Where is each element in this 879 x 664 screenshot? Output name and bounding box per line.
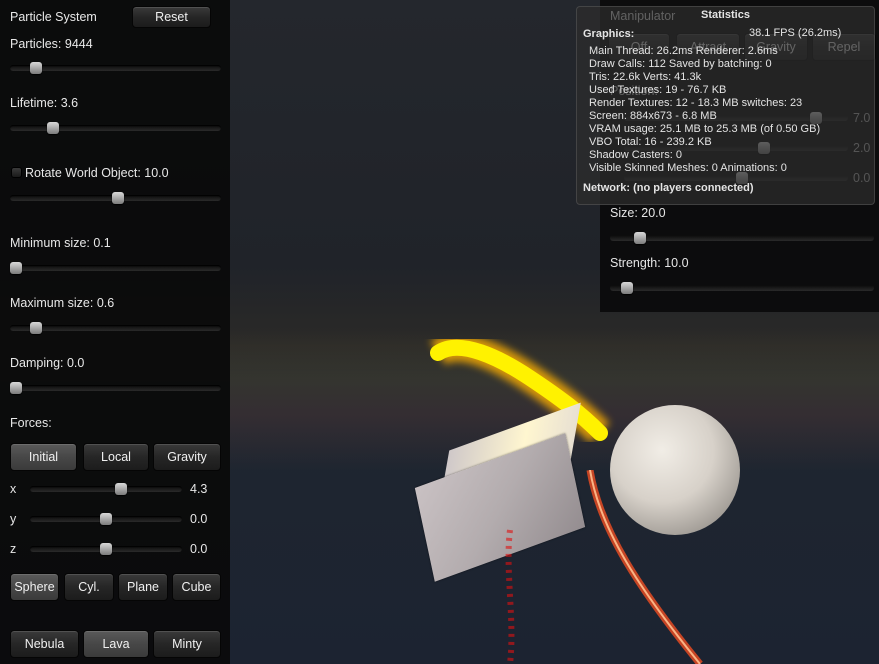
lifetime-label: Lifetime: 3.6 xyxy=(10,96,79,110)
preset-nebula-button[interactable]: Nebula xyxy=(10,630,79,658)
stat-line: Render Textures: 12 - 18.3 MB switches: … xyxy=(589,97,803,109)
stat-line: VRAM usage: 25.1 MB to 25.3 MB (of 0.50 … xyxy=(589,123,821,135)
axis-x-label: x xyxy=(10,482,17,496)
min-size-slider[interactable] xyxy=(10,262,221,274)
slider-thumb[interactable] xyxy=(634,232,646,244)
slider-thumb[interactable] xyxy=(100,543,112,555)
axis-z-value: 0.0 xyxy=(190,542,208,556)
particles-slider[interactable] xyxy=(10,62,221,74)
slider-thumb[interactable] xyxy=(10,382,22,394)
stat-line: Visible Skinned Meshes: 0 Animations: 0 xyxy=(589,162,787,174)
stat-line: Used Textures: 19 - 76.7 KB xyxy=(589,84,727,96)
slider-thumb[interactable] xyxy=(621,282,633,294)
damping-label: Damping: 0.0 xyxy=(10,356,85,370)
max-size-slider[interactable] xyxy=(10,322,221,334)
stat-line: Tris: 22.6k Verts: 41.3k xyxy=(589,71,702,83)
slider-thumb[interactable] xyxy=(30,322,42,334)
axis-y-label: y xyxy=(10,512,17,526)
fps-readout: 38.1 FPS (26.2ms) xyxy=(749,27,842,39)
reset-button[interactable]: Reset xyxy=(132,6,211,28)
stat-line: Screen: 884x673 - 6.8 MB xyxy=(589,110,717,122)
particles-label: Particles: 9444 xyxy=(10,37,93,51)
tab-local[interactable]: Local xyxy=(83,443,149,471)
forces-label: Forces: xyxy=(10,416,52,430)
shape-sphere-button[interactable]: Sphere xyxy=(10,573,59,601)
slider-thumb[interactable] xyxy=(30,62,42,74)
panel-title: Particle System xyxy=(10,10,97,24)
stat-line: Main Thread: 26.2ms Renderer: 2.6ms xyxy=(589,45,778,57)
shape-plane-button[interactable]: Plane xyxy=(118,573,168,601)
slider-thumb[interactable] xyxy=(115,483,127,495)
axis-x-slider[interactable] xyxy=(30,483,182,495)
network-status: Network: (no players connected) xyxy=(583,182,754,194)
strength-label: Strength: 10.0 xyxy=(610,256,689,270)
shape-cylinder-button[interactable]: Cyl. xyxy=(64,573,114,601)
rotate-world-toggle[interactable] xyxy=(11,167,22,178)
particle-system-panel: Particle System Reset Particles: 9444 Li… xyxy=(0,0,230,664)
stat-line: VBO Total: 16 - 239.2 KB xyxy=(589,136,712,148)
graphics-header: Graphics: xyxy=(583,28,635,40)
size-slider[interactable] xyxy=(610,232,874,244)
shape-cube-button[interactable]: Cube xyxy=(172,573,221,601)
slider-thumb[interactable] xyxy=(47,122,59,134)
stat-line: Draw Calls: 112 Saved by batching: 0 xyxy=(589,58,772,70)
slider-thumb[interactable] xyxy=(100,513,112,525)
rotate-world-label: Rotate World Object: 10.0 xyxy=(25,166,169,180)
axis-y-slider[interactable] xyxy=(30,513,182,525)
slider-thumb[interactable] xyxy=(10,262,22,274)
tab-gravity[interactable]: Gravity xyxy=(153,443,221,471)
lifetime-slider[interactable] xyxy=(10,122,221,134)
stat-line: Shadow Casters: 0 xyxy=(589,149,682,161)
axis-z-slider[interactable] xyxy=(30,543,182,555)
rotate-world-slider[interactable] xyxy=(10,192,221,204)
strength-slider[interactable] xyxy=(610,282,874,294)
preset-minty-button[interactable]: Minty xyxy=(153,630,221,658)
size-label: Size: 20.0 xyxy=(610,206,666,220)
ember-trail xyxy=(505,470,703,664)
axis-z-label: z xyxy=(10,542,17,556)
max-size-label: Maximum size: 0.6 xyxy=(10,296,115,310)
axis-y-value: 0.0 xyxy=(190,512,208,526)
axis-x-value: 4.3 xyxy=(190,482,208,496)
preset-lava-button[interactable]: Lava xyxy=(83,630,149,658)
min-size-label: Minimum size: 0.1 xyxy=(10,236,111,250)
statistics-title: Statistics xyxy=(701,9,750,21)
tab-initial[interactable]: Initial xyxy=(10,443,77,471)
slider-thumb[interactable] xyxy=(112,192,124,204)
damping-slider[interactable] xyxy=(10,382,221,394)
statistics-overlay: Statistics Graphics: 38.1 FPS (26.2ms) M… xyxy=(576,6,875,205)
